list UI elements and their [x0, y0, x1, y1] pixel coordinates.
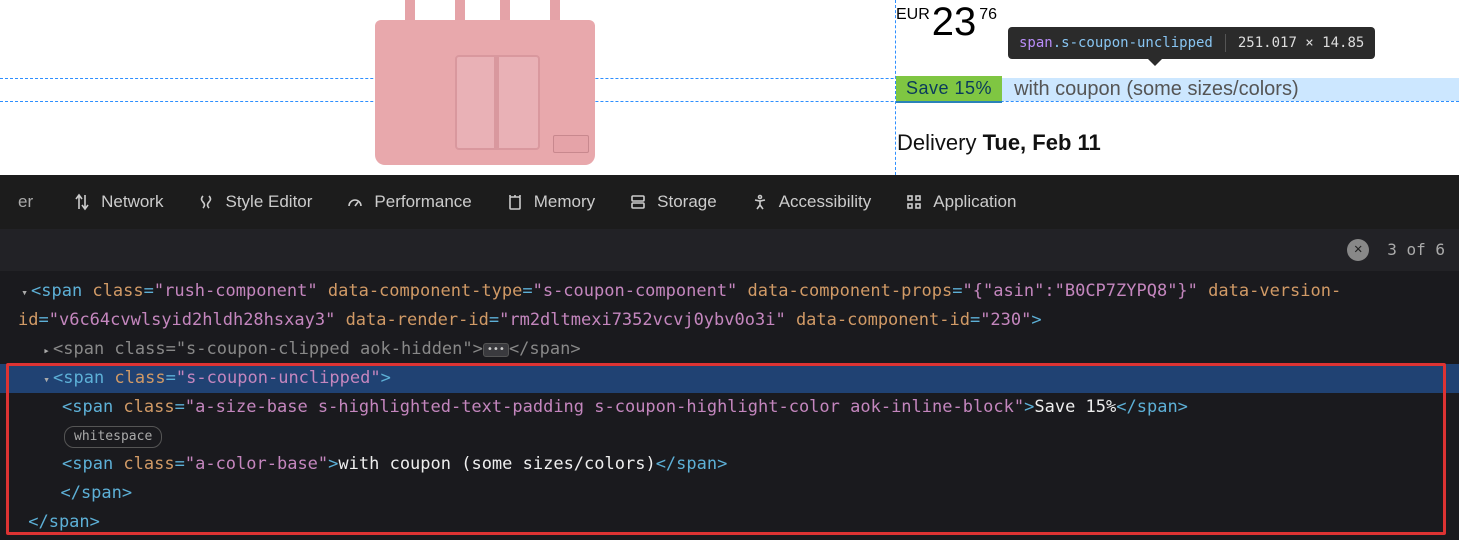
- tooltip-class: .s-coupon-unclipped: [1053, 35, 1213, 51]
- dom-node-close[interactable]: </span>: [0, 508, 1459, 537]
- dom-whitespace[interactable]: whitespace: [0, 421, 1459, 450]
- dom-node-close[interactable]: </span>: [0, 479, 1459, 508]
- search-count: 3 of 6: [1387, 236, 1445, 263]
- price-cents: 76: [979, 6, 997, 24]
- tab-label: Style Editor: [225, 192, 312, 212]
- tab-label: Memory: [534, 192, 595, 212]
- application-icon: [905, 193, 923, 211]
- expand-toggle[interactable]: [40, 335, 53, 364]
- devtools-inspector: ✕ 3 of 6 <span class="rush-component" da…: [0, 229, 1459, 540]
- product-image[interactable]: [240, 0, 730, 175]
- dom-node[interactable]: <span class="s-coupon-clipped aok-hidden…: [0, 335, 1459, 364]
- ellipsis-icon[interactable]: •••: [483, 343, 509, 357]
- tab-label: Performance: [374, 192, 471, 212]
- dom-node[interactable]: <span class="a-color-base">with coupon (…: [0, 450, 1459, 479]
- dom-node-selected[interactable]: <span class="s-coupon-unclipped">: [0, 364, 1459, 393]
- storage-icon: [629, 193, 647, 211]
- bag-illustration: [335, 0, 635, 175]
- tab-style-editor[interactable]: Style Editor: [197, 192, 312, 212]
- dom-node[interactable]: <span class="rush-component" data-compon…: [0, 277, 1459, 306]
- tab-label: Accessibility: [779, 192, 872, 212]
- performance-icon: [346, 193, 364, 211]
- tab-storage[interactable]: Storage: [629, 192, 717, 212]
- expand-toggle[interactable]: [18, 277, 31, 306]
- save-badge[interactable]: Save 15%: [896, 76, 1002, 103]
- close-search-button[interactable]: ✕: [1347, 239, 1369, 261]
- dom-node-cont[interactable]: id="v6c64cvwlsyid2hldh28hsxay3" data-ren…: [0, 306, 1459, 335]
- tab-network[interactable]: Network: [73, 192, 163, 212]
- coupon-highlight-area: Save 15% with coupon (some sizes/colors): [896, 78, 1459, 101]
- tooltip-dimensions: 251.017 × 14.85: [1238, 35, 1364, 51]
- tab-performance[interactable]: Performance: [346, 192, 471, 212]
- price-whole: 23: [932, 4, 977, 40]
- memory-icon: [506, 193, 524, 211]
- tab-label: Application: [933, 192, 1016, 212]
- whitespace-badge: whitespace: [64, 426, 162, 448]
- network-icon: [73, 193, 91, 211]
- dom-tree[interactable]: <span class="rush-component" data-compon…: [0, 271, 1459, 537]
- delivery-label: Delivery: [897, 130, 983, 155]
- inspector-tooltip: span.s-coupon-unclipped 251.017 × 14.85: [1008, 27, 1375, 59]
- delivery-info: Delivery Tue, Feb 11: [897, 130, 1101, 156]
- delivery-date: Tue, Feb 11: [983, 130, 1101, 155]
- tab-accessibility[interactable]: Accessibility: [751, 192, 872, 212]
- dom-node[interactable]: <span class="a-size-base s-highlighted-t…: [0, 393, 1459, 422]
- price: EUR 23 76: [896, 4, 997, 40]
- toolbar-tab-cut[interactable]: er: [18, 192, 39, 212]
- devtools-toolbar: er Network Style Editor Performance Memo…: [0, 175, 1459, 229]
- currency-label: EUR: [896, 6, 930, 24]
- expand-toggle[interactable]: [40, 364, 53, 393]
- tab-memory[interactable]: Memory: [506, 192, 595, 212]
- accessibility-icon: [751, 193, 769, 211]
- search-results-bar: ✕ 3 of 6: [0, 229, 1459, 271]
- tooltip-tagname: span: [1019, 35, 1053, 51]
- page-content: EUR 23 76 Save 15% with coupon (some siz…: [0, 0, 1459, 175]
- tab-application[interactable]: Application: [905, 192, 1016, 212]
- style-editor-icon: [197, 193, 215, 211]
- tab-label: Storage: [657, 192, 717, 212]
- tab-label: Network: [101, 192, 163, 212]
- coupon-text: with coupon (some sizes/colors): [1014, 78, 1299, 101]
